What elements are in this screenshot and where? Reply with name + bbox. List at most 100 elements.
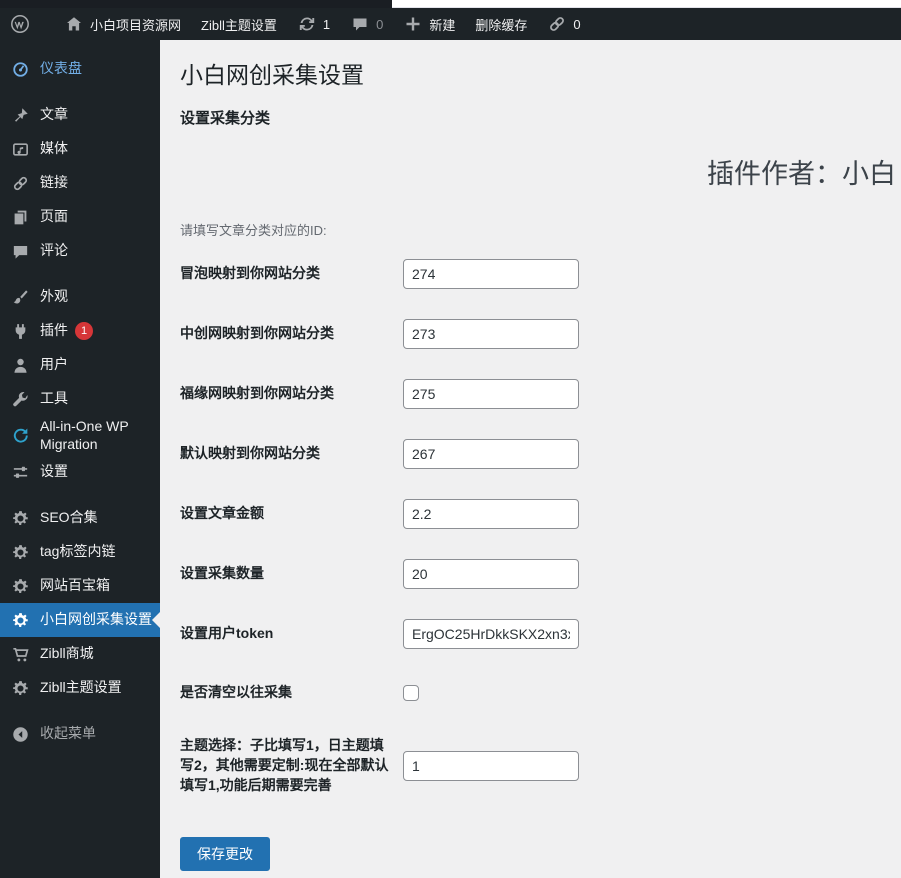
fuyuan-category-input[interactable] bbox=[403, 378, 579, 409]
sidebar-item-collapse-menu[interactable]: 收起菜单 bbox=[0, 717, 160, 751]
menu-item-label: 小白网创采集设置 bbox=[40, 611, 152, 628]
sidebar-item-aio-migration[interactable]: All-in-One WP Migration bbox=[0, 416, 160, 455]
dashboard-icon bbox=[10, 59, 30, 79]
wordpress-logo-button[interactable] bbox=[0, 8, 40, 40]
sidebar-item-media[interactable]: 媒体 bbox=[0, 132, 160, 166]
sidebar-item-plugins[interactable]: 插件 1 bbox=[0, 314, 160, 348]
form-row: 设置采集数量 bbox=[180, 558, 901, 589]
comment-bubble-icon bbox=[350, 14, 370, 34]
admin-sidebar-menu: 仪表盘文章媒体链接页面 评论外观插件 1 用户工具 All-in-One WP Migr… bbox=[0, 40, 160, 878]
zhongchuang-category-input[interactable] bbox=[403, 318, 579, 349]
main-content: 小白网创采集设置 设置采集分类 插件作者：小白 | 项 请填写文章分类对应的ID… bbox=[160, 40, 901, 878]
pages-icon bbox=[10, 207, 30, 227]
sidebar-item-users[interactable]: 用户 bbox=[0, 348, 160, 382]
section-heading: 设置采集分类 bbox=[180, 109, 271, 127]
comment-count: 0 bbox=[376, 16, 384, 32]
menu-separator bbox=[0, 268, 160, 280]
clear-previous-checkbox[interactable] bbox=[403, 684, 419, 701]
plugin-author-note: 插件作者：小白 | 项 bbox=[707, 159, 901, 189]
new-content-link[interactable]: 新建 bbox=[393, 8, 465, 40]
sidebar-menu-list: 仪表盘文章媒体链接页面 评论外观插件 1 用户工具 All-in-One WP Migr… bbox=[0, 40, 160, 751]
menu-item-label: 媒体 bbox=[40, 140, 68, 157]
comment-icon bbox=[10, 241, 30, 261]
user-token-label: 设置用户token bbox=[180, 625, 274, 642]
menu-separator bbox=[0, 489, 160, 501]
updates-link[interactable]: 1 bbox=[287, 8, 340, 40]
menu-separator bbox=[0, 86, 160, 98]
menu-item-label: 文章 bbox=[40, 106, 68, 123]
wordpress-icon bbox=[10, 14, 30, 34]
home-icon bbox=[64, 14, 84, 34]
clear-cache-label: 删除缓存 bbox=[475, 17, 528, 33]
article-price-input[interactable] bbox=[403, 498, 579, 529]
pin-icon bbox=[10, 105, 30, 125]
menu-separator bbox=[0, 705, 160, 717]
collect-count-input[interactable] bbox=[403, 558, 579, 589]
link-icon bbox=[10, 173, 30, 193]
menu-item-label: 收起菜单 bbox=[40, 725, 96, 742]
user-token-input[interactable] bbox=[403, 618, 579, 649]
gear-icon bbox=[10, 610, 30, 630]
sidebar-item-tools[interactable]: 工具 bbox=[0, 382, 160, 416]
plugins-update-badge: 1 bbox=[75, 322, 93, 340]
menu-item-label: 用户 bbox=[40, 356, 68, 373]
sidebar-item-links[interactable]: 链接 bbox=[0, 166, 160, 200]
zhongchuang-category-label: 中创网映射到你网站分类 bbox=[180, 325, 334, 342]
sidebar-item-pages[interactable]: 页面 bbox=[0, 200, 160, 234]
form-row: 冒泡映射到你网站分类 bbox=[180, 258, 901, 289]
sidebar-item-comments[interactable]: 评论 bbox=[0, 234, 160, 268]
cart-icon bbox=[10, 644, 30, 664]
maopao-category-input[interactable] bbox=[403, 258, 579, 289]
sliders-icon bbox=[10, 462, 30, 482]
form-row: 福缘网映射到你网站分类 bbox=[180, 378, 901, 409]
plus-icon bbox=[403, 14, 423, 34]
theme-select-label: 主题选择：子比填写1，日主题填写2，其他需要定制:现在全部默认填写1,功能后期需… bbox=[180, 737, 389, 793]
theme-select-input[interactable] bbox=[403, 750, 579, 781]
form-row: 设置用户token bbox=[180, 618, 901, 649]
admin-bar: 小白项目资源网 Zibll主题设置 1 0 新建 删除缓存 0 bbox=[0, 8, 901, 40]
sidebar-item-zibll-shop[interactable]: Zibll商城 bbox=[0, 637, 160, 671]
fuyuan-category-label: 福缘网映射到你网站分类 bbox=[180, 385, 334, 402]
sidebar-item-posts[interactable]: 文章 bbox=[0, 98, 160, 132]
menu-item-label: SEO合集 bbox=[40, 509, 98, 526]
menu-item-label: 链接 bbox=[40, 174, 68, 191]
gear-icon bbox=[10, 576, 30, 596]
gear-icon bbox=[10, 542, 30, 562]
menu-item-label: tag标签内链 bbox=[40, 543, 116, 560]
save-changes-button[interactable]: 保存更改 bbox=[180, 837, 270, 872]
new-content-label: 新建 bbox=[429, 17, 456, 33]
clear-cache-link[interactable]: 删除缓存 bbox=[465, 8, 537, 40]
sidebar-item-tag-links[interactable]: tag标签内链 bbox=[0, 535, 160, 569]
settings-form: 冒泡映射到你网站分类中创网映射到你网站分类福缘网映射到你网站分类默认映射到你网站… bbox=[180, 258, 901, 795]
default-category-input[interactable] bbox=[403, 438, 579, 469]
menu-item-label: 外观 bbox=[40, 288, 68, 305]
update-icon bbox=[297, 14, 317, 34]
sidebar-item-xiaobai-collect[interactable]: 小白网创采集设置 bbox=[0, 603, 160, 637]
update-count: 1 bbox=[322, 16, 331, 32]
sidebar-item-toolbox[interactable]: 网站百宝箱 bbox=[0, 569, 160, 603]
default-category-label: 默认映射到你网站分类 bbox=[180, 445, 320, 462]
site-name-label: 小白项目资源网 bbox=[90, 17, 182, 33]
comments-link[interactable]: 0 bbox=[340, 8, 393, 40]
sidebar-item-zibll-theme[interactable]: Zibll主题设置 bbox=[0, 671, 160, 705]
menu-item-label: 网站百宝箱 bbox=[40, 577, 110, 594]
site-name-link[interactable]: 小白项目资源网 bbox=[54, 8, 191, 40]
clear-previous-label: 是否清空以往采集 bbox=[180, 683, 292, 700]
zibll-theme-settings-label: Zibll主题设置 bbox=[201, 17, 277, 33]
menu-item-label: Zibll商城 bbox=[40, 645, 94, 662]
collapse-icon bbox=[10, 724, 30, 744]
sidebar-item-seo[interactable]: SEO合集 bbox=[0, 501, 160, 535]
zibll-theme-settings-link[interactable]: Zibll主题设置 bbox=[191, 8, 287, 40]
sidebar-item-appearance[interactable]: 外观 bbox=[0, 280, 160, 314]
link-count: 0 bbox=[573, 16, 581, 32]
media-icon bbox=[10, 139, 30, 159]
menu-item-label: 仪表盘 bbox=[40, 60, 82, 77]
article-price-label: 设置文章金额 bbox=[180, 505, 264, 522]
sidebar-item-dashboard[interactable]: 仪表盘 bbox=[0, 52, 160, 86]
migration-icon bbox=[10, 426, 30, 446]
sidebar-item-settings[interactable]: 设置 bbox=[0, 455, 160, 489]
admin-bar-gap bbox=[40, 8, 54, 40]
form-row: 中创网映射到你网站分类 bbox=[180, 318, 901, 349]
links-counter[interactable]: 0 bbox=[537, 8, 590, 40]
maopao-category-label: 冒泡映射到你网站分类 bbox=[180, 265, 320, 282]
